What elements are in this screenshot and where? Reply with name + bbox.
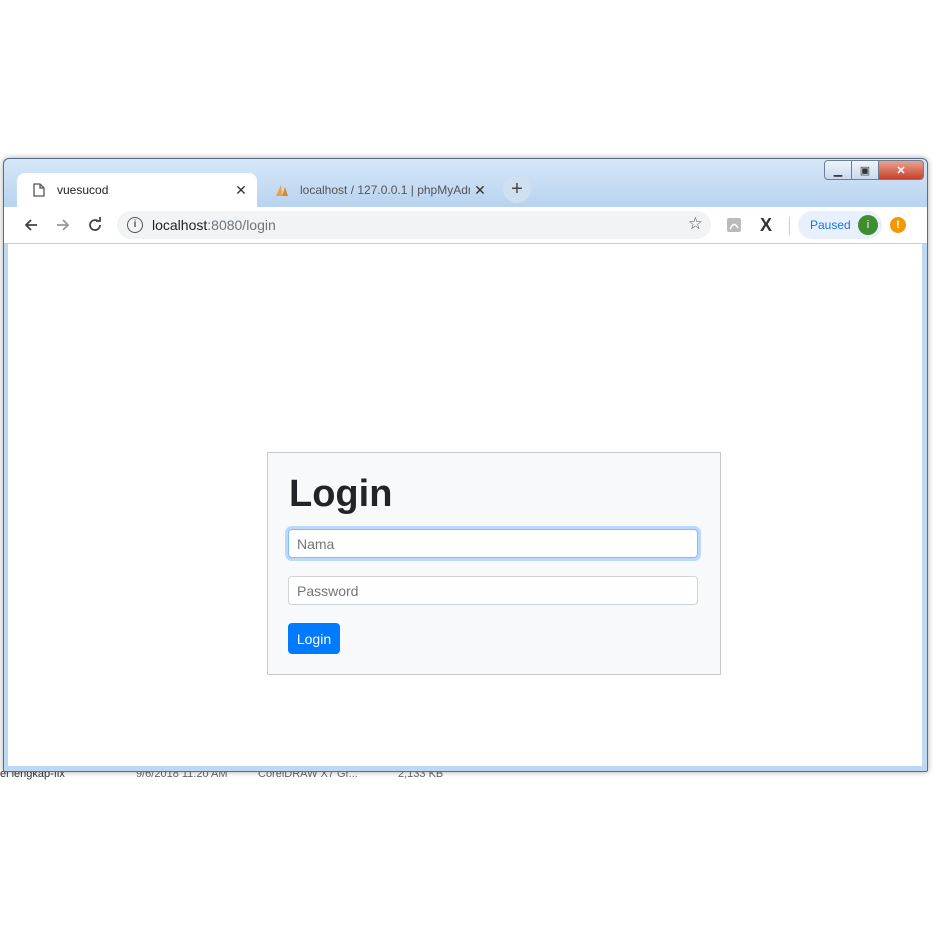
x-extension-icon[interactable]: X [756,215,776,235]
address-bar[interactable]: i localhost:8080/login ☆ [117,211,711,239]
paused-label: Paused [810,218,851,232]
profile-paused-button[interactable]: Paused i [798,211,882,239]
url-text: localhost:8080/login [152,217,276,233]
tab-vuesucod[interactable]: vuesucod ✕ [17,173,257,207]
tab-title: vuesucod [57,183,109,197]
url-path: :8080/login [207,217,276,233]
close-window-button[interactable]: ✕ [878,160,924,180]
new-tab-button[interactable]: + [503,175,531,203]
password-input[interactable] [288,576,698,605]
login-card: Login Login [267,452,721,675]
avatar: i [858,215,878,235]
url-host: localhost [152,217,208,233]
phpmyadmin-icon [274,182,290,198]
name-input[interactable] [288,529,698,558]
title-bar: ▁ ▣ ✕ vuesucod ✕ localhost / 127.0.0.1 |… [4,159,927,207]
page-title: Login [289,473,393,515]
info-icon[interactable]: i [127,217,143,233]
page-icon [31,182,47,198]
bookmark-star-icon[interactable]: ☆ [688,214,703,234]
browser-toolbar: i localhost:8080/login ☆ X Paused i ! [4,207,927,244]
back-arrow-icon[interactable] [19,213,43,237]
login-button[interactable]: Login [288,623,340,654]
window-controls: ▁ ▣ ✕ [824,160,924,180]
pdf-extension-icon[interactable] [724,215,744,235]
update-alert-icon[interactable]: ! [890,217,906,233]
forward-arrow-icon[interactable] [51,213,75,237]
minimize-button[interactable]: ▁ [824,160,852,180]
toolbar-divider [789,217,790,235]
tab-phpmyadmin[interactable]: localhost / 127.0.0.1 | phpMyAdmin ✕ [260,173,496,207]
tab-close-icon[interactable]: ✕ [231,182,251,199]
reload-icon[interactable] [83,213,107,237]
page-viewport: Login Login [8,244,922,766]
tab-close-icon[interactable]: ✕ [470,182,490,199]
tab-title: localhost / 127.0.0.1 | phpMyAdmin [300,183,470,197]
browser-window: ▁ ▣ ✕ vuesucod ✕ localhost / 127.0.0.1 |… [3,158,928,772]
maximize-button[interactable]: ▣ [851,160,879,180]
